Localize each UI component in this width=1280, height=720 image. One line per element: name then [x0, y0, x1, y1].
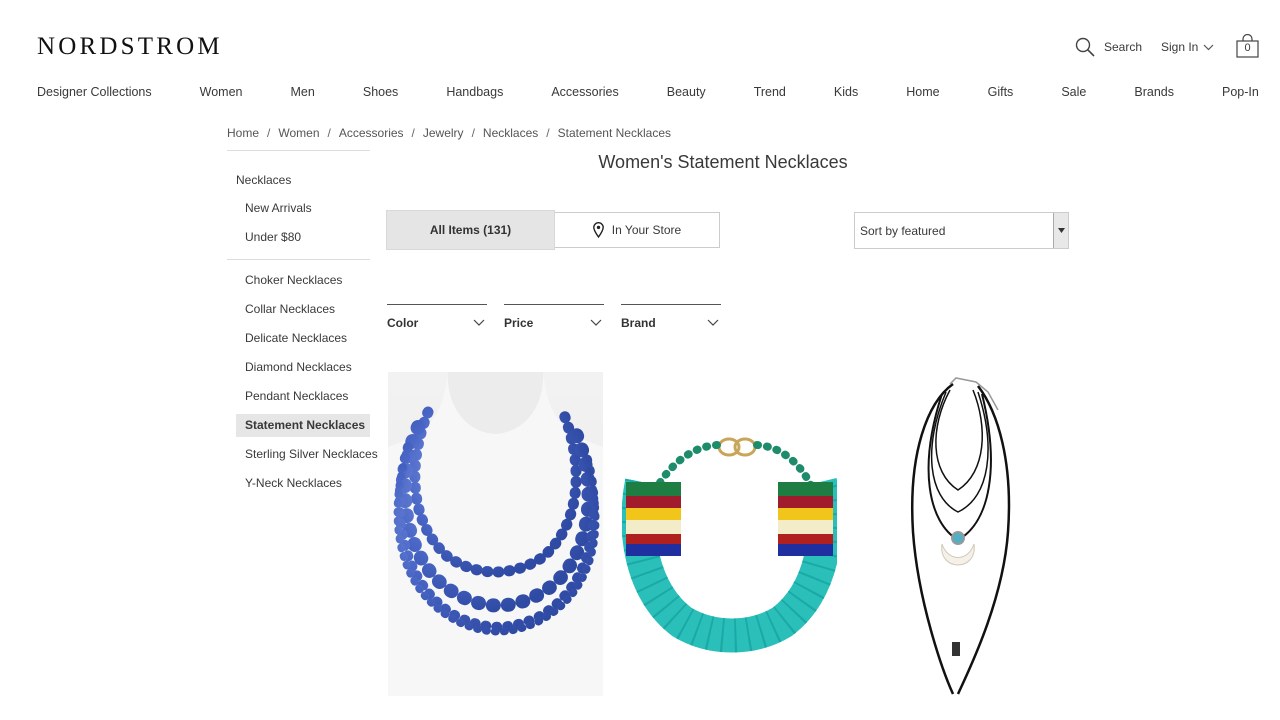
breadcrumb-separator: / [267, 126, 271, 140]
nav-brands[interactable]: Brands [1134, 85, 1174, 99]
sign-in-menu[interactable]: Sign In [1161, 34, 1214, 60]
filter-color[interactable]: Color [387, 304, 487, 334]
breadcrumb-home[interactable]: Home [227, 126, 259, 140]
chevron-down-icon [590, 319, 602, 326]
breadcrumb-separator: / [546, 126, 550, 140]
nav-home[interactable]: Home [906, 85, 939, 99]
sort-dropdown-arrow[interactable] [1053, 213, 1068, 248]
breadcrumb-separator: / [471, 126, 475, 140]
sidebar-item-statement[interactable]: Statement Necklaces [236, 414, 370, 437]
filter-brand[interactable]: Brand [621, 304, 721, 334]
sidebar-item-y-neck[interactable]: Y-Neck Necklaces [227, 469, 370, 498]
category-sidebar: Necklaces New Arrivals Under $80 Choker … [227, 150, 378, 498]
nav-pop-in[interactable]: Pop-In [1222, 85, 1259, 99]
product-image-turquoise-necklace[interactable] [621, 372, 842, 696]
black-cord-layered-necklace-image [911, 377, 1011, 695]
breadcrumb-statement-necklaces[interactable]: Statement Necklaces [558, 126, 671, 140]
nav-trend[interactable]: Trend [754, 85, 786, 99]
search-icon [1075, 37, 1095, 57]
nordstrom-logo[interactable]: NORDSTROM [37, 33, 223, 61]
main-navigation: Designer Collections Women Men Shoes Han… [37, 85, 1259, 99]
product-image-cord-necklace[interactable] [858, 372, 1073, 696]
sidebar-item-diamond[interactable]: Diamond Necklaces [227, 353, 370, 382]
filter-color-label: Color [387, 315, 419, 330]
availability-toggle: All Items (131) In Your Store [386, 210, 720, 250]
nav-gifts[interactable]: Gifts [988, 85, 1014, 99]
nav-shoes[interactable]: Shoes [363, 85, 398, 99]
location-pin-icon [592, 222, 604, 238]
breadcrumb: Home / Women / Accessories / Jewelry / Neckl… [227, 126, 671, 140]
filter-price-label: Price [504, 315, 534, 330]
breadcrumb-accessories[interactable]: Accessories [339, 126, 404, 140]
page-title: Women's Statement Necklaces [598, 152, 848, 172]
breadcrumb-separator: / [411, 126, 415, 140]
nav-sale[interactable]: Sale [1061, 85, 1086, 99]
breadcrumb-necklaces[interactable]: Necklaces [483, 126, 538, 140]
breadcrumb-jewelry[interactable]: Jewelry [423, 126, 464, 140]
all-items-tab[interactable]: All Items (131) [386, 210, 555, 250]
sign-in-label: Sign In [1161, 40, 1199, 54]
shopping-bag-button[interactable]: 0 [1236, 33, 1259, 59]
sidebar-divider [227, 259, 370, 260]
nav-handbags[interactable]: Handbags [446, 85, 503, 99]
nav-designer-collections[interactable]: Designer Collections [37, 85, 152, 99]
blue-beaded-necklace-image [388, 372, 603, 696]
nav-beauty[interactable]: Beauty [667, 85, 706, 99]
search-label: Search [1104, 40, 1143, 54]
sidebar-divider [227, 150, 370, 151]
chevron-down-icon [707, 319, 719, 326]
chevron-down-icon [1057, 228, 1065, 233]
sidebar-item-delicate[interactable]: Delicate Necklaces [227, 324, 370, 353]
sidebar-item-pendant[interactable]: Pendant Necklaces [227, 382, 370, 411]
sidebar-item-collar[interactable]: Collar Necklaces [227, 295, 370, 324]
breadcrumb-separator: / [327, 126, 331, 140]
sidebar-item-under-80[interactable]: Under $80 [227, 223, 370, 252]
sidebar-item-choker[interactable]: Choker Necklaces [227, 266, 370, 295]
sidebar-heading-necklaces[interactable]: Necklaces [227, 166, 370, 194]
nav-men[interactable]: Men [291, 85, 315, 99]
filter-price[interactable]: Price [504, 304, 604, 334]
breadcrumb-women[interactable]: Women [278, 126, 319, 140]
in-your-store-label: In Your Store [611, 223, 682, 237]
nav-kids[interactable]: Kids [834, 85, 858, 99]
nav-women[interactable]: Women [200, 85, 243, 99]
nav-accessories[interactable]: Accessories [551, 85, 618, 99]
search-button[interactable]: Search [1075, 34, 1142, 60]
product-image-blue-necklace[interactable] [388, 372, 603, 696]
bag-count: 0 [1244, 42, 1251, 54]
chevron-down-icon [473, 319, 485, 326]
chevron-down-icon [1203, 44, 1214, 50]
sort-select[interactable]: Sort by featured [854, 212, 1069, 249]
filter-bar: Color Price Brand [387, 304, 738, 334]
in-your-store-tab[interactable]: In Your Store [555, 212, 720, 248]
turquoise-collar-necklace-image [621, 437, 842, 653]
sidebar-item-sterling-silver[interactable]: Sterling Silver Necklaces [227, 440, 378, 469]
filter-brand-label: Brand [621, 315, 656, 330]
sort-selected-value: Sort by featured [860, 223, 946, 238]
sidebar-item-new-arrivals[interactable]: New Arrivals [227, 194, 370, 223]
